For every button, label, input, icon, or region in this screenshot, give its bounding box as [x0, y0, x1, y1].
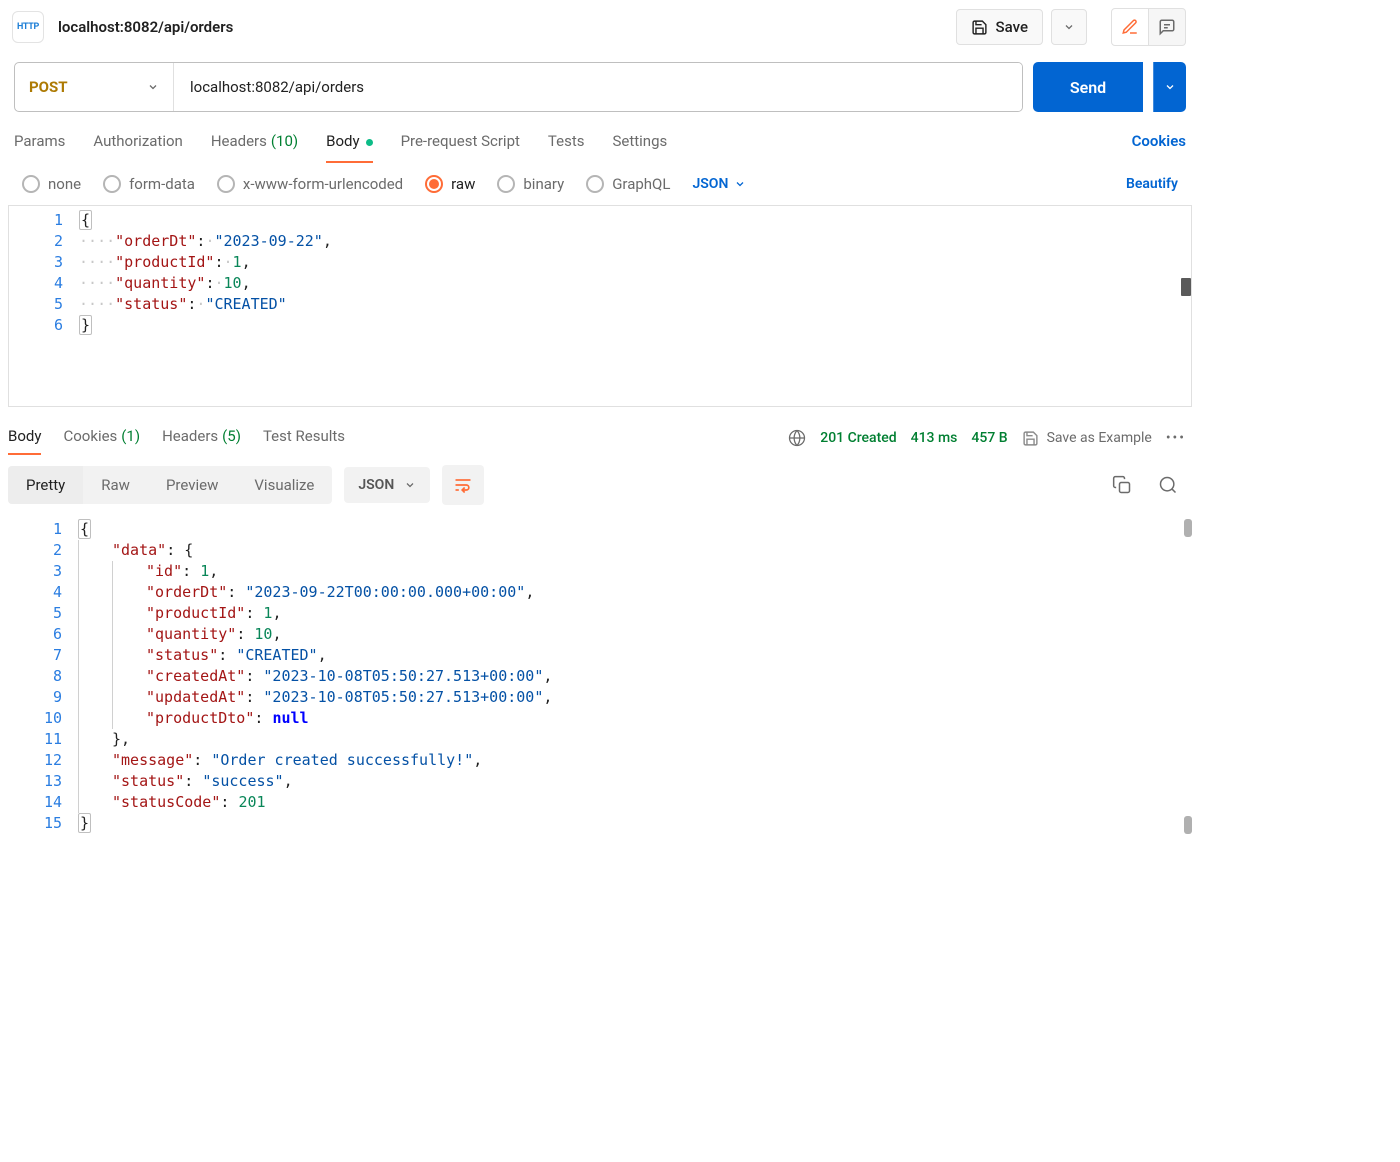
- bodytype-none[interactable]: none: [22, 175, 81, 193]
- comments-button[interactable]: [1149, 8, 1186, 46]
- radio-icon: [103, 175, 121, 193]
- response-size: 457 B: [971, 430, 1007, 446]
- view-visualize[interactable]: Visualize: [236, 466, 332, 504]
- tab-settings[interactable]: Settings: [612, 120, 667, 162]
- chevron-down-icon: [1164, 81, 1176, 93]
- view-pretty[interactable]: Pretty: [8, 466, 83, 504]
- beautify-button[interactable]: Beautify: [1126, 176, 1178, 192]
- pencil-icon: [1121, 18, 1139, 36]
- chevron-down-icon: [1063, 21, 1075, 33]
- cookies-link[interactable]: Cookies: [1132, 132, 1186, 150]
- send-button[interactable]: Send: [1033, 62, 1143, 112]
- save-button[interactable]: Save: [956, 9, 1043, 45]
- view-raw[interactable]: Raw: [83, 466, 148, 504]
- bodytype-raw[interactable]: raw: [425, 175, 475, 193]
- radio-icon: [425, 175, 443, 193]
- url-input[interactable]: [174, 63, 1022, 111]
- response-toolbar: Pretty Raw Preview Visualize JSON: [0, 459, 1200, 515]
- copy-button[interactable]: [1112, 475, 1132, 495]
- search-button[interactable]: [1158, 475, 1178, 495]
- save-icon: [1022, 430, 1039, 447]
- request-url-row: POST Send: [0, 54, 1200, 120]
- radio-icon: [497, 175, 515, 193]
- response-bar: Body Cookies(1) Headers(5) Test Results …: [0, 407, 1200, 459]
- resp-tab-body[interactable]: Body: [8, 421, 41, 455]
- bodyformat-select[interactable]: JSON: [692, 176, 746, 192]
- send-dropdown[interactable]: [1153, 62, 1186, 112]
- bodytype-binary[interactable]: binary: [497, 175, 564, 193]
- more-button[interactable]: •••: [1166, 430, 1186, 446]
- scrollbar-thumb[interactable]: [1184, 519, 1192, 537]
- bodytype-graphql[interactable]: GraphQL: [586, 175, 670, 193]
- titlebar: HTTP localhost:8082/api/orders Save: [0, 0, 1200, 54]
- wrap-icon: [453, 475, 473, 495]
- scrollbar-thumb[interactable]: [1184, 816, 1192, 834]
- resp-tab-cookies[interactable]: Cookies(1): [63, 421, 140, 455]
- request-tabs: Params Authorization Headers(10) Body Pr…: [0, 120, 1200, 163]
- method-label: POST: [29, 78, 68, 96]
- save-icon: [971, 19, 988, 36]
- radio-icon: [586, 175, 604, 193]
- tab-tests[interactable]: Tests: [548, 120, 585, 162]
- send-label: Send: [1070, 78, 1106, 97]
- http-badge: HTTP: [12, 11, 44, 43]
- radio-icon: [217, 175, 235, 193]
- minimap-indicator: [1181, 278, 1191, 296]
- response-format-select[interactable]: JSON: [344, 467, 430, 503]
- modified-dot-icon: [366, 139, 373, 146]
- tab-body[interactable]: Body: [326, 120, 372, 162]
- status-code: 201 Created: [820, 430, 896, 446]
- response-content[interactable]: {"data": {"id": 1,"orderDt": "2023-09-22…: [74, 515, 1192, 838]
- save-dropdown[interactable]: [1051, 9, 1087, 45]
- body-types: none form-data x-www-form-urlencoded raw…: [0, 163, 1200, 205]
- editor-gutter: 123456: [9, 206, 75, 406]
- chevron-down-icon: [404, 479, 416, 491]
- request-title: localhost:8082/api/orders: [58, 18, 942, 36]
- edit-button[interactable]: [1111, 8, 1149, 46]
- tab-prerequest[interactable]: Pre-request Script: [401, 120, 520, 162]
- resp-tab-headers[interactable]: Headers(5): [162, 421, 241, 455]
- method-select[interactable]: POST: [15, 63, 174, 111]
- comment-icon: [1158, 18, 1176, 36]
- response-body-viewer[interactable]: 123456789101112131415 {"data": {"id": 1,…: [8, 515, 1192, 838]
- editor-content[interactable]: {····"orderDt":·"2023-09-22",····"produc…: [75, 206, 1191, 406]
- save-example-label: Save as Example: [1047, 430, 1152, 446]
- resp-tab-testresults[interactable]: Test Results: [263, 421, 345, 455]
- chevron-down-icon: [734, 178, 746, 190]
- save-label: Save: [996, 18, 1028, 36]
- view-pills: Pretty Raw Preview Visualize: [8, 466, 332, 504]
- response-time: 413 ms: [911, 430, 958, 446]
- request-body-editor[interactable]: 123456 {····"orderDt":·"2023-09-22",····…: [8, 205, 1192, 407]
- tab-headers[interactable]: Headers(10): [211, 120, 298, 162]
- network-icon[interactable]: [788, 429, 806, 447]
- chevron-down-icon: [147, 81, 159, 93]
- radio-icon: [22, 175, 40, 193]
- save-example-button[interactable]: Save as Example: [1022, 430, 1152, 447]
- view-preview[interactable]: Preview: [148, 466, 236, 504]
- bodytype-form-data[interactable]: form-data: [103, 175, 195, 193]
- response-gutter: 123456789101112131415: [8, 515, 74, 838]
- tab-authorization[interactable]: Authorization: [93, 120, 182, 162]
- wrap-lines-button[interactable]: [442, 465, 484, 505]
- bodytype-x-www[interactable]: x-www-form-urlencoded: [217, 175, 403, 193]
- tab-params[interactable]: Params: [14, 120, 65, 162]
